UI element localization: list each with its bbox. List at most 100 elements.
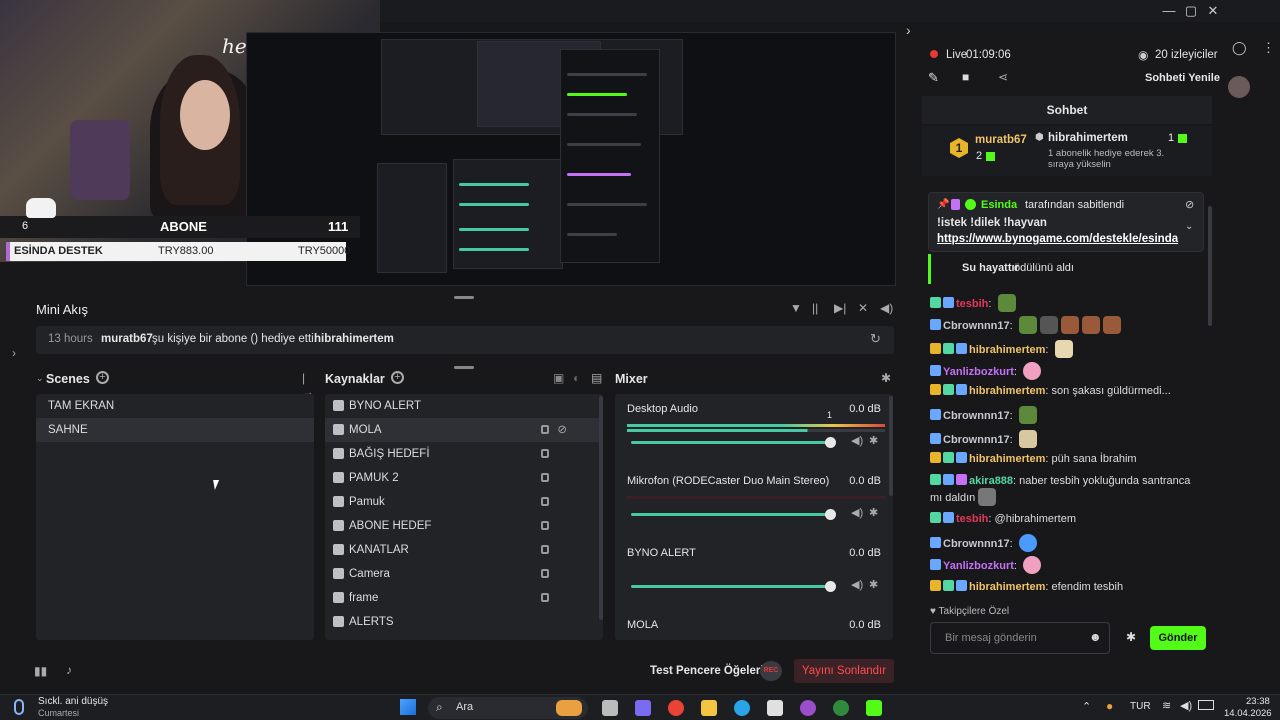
- pinned-link[interactable]: https://www.bynogame.com/destekle/esinda: [937, 233, 1178, 245]
- source-item[interactable]: KANATLAR: [325, 538, 603, 562]
- source-item-selected[interactable]: MOLA ⊘: [325, 418, 603, 442]
- volume-slider[interactable]: [631, 513, 831, 516]
- chat-input[interactable]: Bir mesaj gönderin ☻: [930, 622, 1110, 654]
- windows-start-icon[interactable]: [400, 699, 416, 715]
- refresh-chat-button[interactable]: Sohbeti Yenile: [1145, 72, 1220, 84]
- lock-icon[interactable]: [541, 593, 549, 602]
- lock-icon[interactable]: [541, 449, 549, 458]
- rec-button[interactable]: REC: [760, 661, 782, 681]
- lock-icon[interactable]: [541, 497, 549, 506]
- viewer-count: 20 izleyiciler: [1155, 49, 1218, 61]
- weather-icon[interactable]: [14, 699, 24, 715]
- volume-knob[interactable]: [825, 581, 836, 592]
- kick-icon[interactable]: [866, 700, 882, 716]
- volume-slider[interactable]: [631, 585, 831, 588]
- source-layout-icon[interactable]: ▣: [553, 371, 564, 385]
- lock-icon[interactable]: [541, 425, 549, 434]
- source-item[interactable]: Camera: [325, 562, 603, 586]
- destek-current: TRY883.00: [158, 245, 214, 257]
- app-icon[interactable]: [800, 700, 816, 716]
- resize-handle-2[interactable]: [454, 366, 474, 369]
- profile-icon[interactable]: ◯: [1232, 40, 1247, 56]
- copilot-icon[interactable]: [635, 700, 651, 716]
- end-stream-button[interactable]: Yayını Sonlandır: [794, 659, 894, 683]
- gear-icon[interactable]: ✱: [869, 578, 878, 591]
- maximize-icon[interactable]: ▢: [1180, 3, 1202, 19]
- replay-icon[interactable]: ↻: [870, 331, 881, 347]
- mixer-settings-icon[interactable]: ✱: [881, 371, 891, 385]
- add-scene-icon[interactable]: +: [96, 371, 109, 384]
- source-item[interactable]: frame: [325, 586, 603, 610]
- source-item[interactable]: ALERTS: [325, 610, 603, 634]
- filter-icon[interactable]: ▼: [790, 301, 802, 315]
- abone-count: 111: [328, 219, 349, 234]
- close-icon[interactable]: ✕: [1202, 3, 1224, 19]
- volume-slider[interactable]: [631, 441, 831, 444]
- mic-icon[interactable]: ●: [1106, 699, 1113, 713]
- xbox-icon[interactable]: [833, 700, 849, 716]
- source-folder-icon[interactable]: ▤: [591, 371, 602, 385]
- edge-icon[interactable]: [734, 700, 750, 716]
- mixer-panel: Desktop Audio 0.0 dB 1 ◀) ✱ Mikrofon (RO…: [615, 394, 893, 640]
- source-item[interactable]: BAĞIŞ HEDEFİ: [325, 442, 603, 466]
- gear-icon[interactable]: ✱: [869, 434, 878, 447]
- share-icon[interactable]: ⋖: [998, 70, 1008, 84]
- task-view-icon[interactable]: [602, 700, 618, 716]
- taskbar-search[interactable]: ⌕ Ara: [428, 697, 588, 719]
- expand-pinned-icon[interactable]: ⌄: [1185, 221, 1193, 232]
- add-source-icon[interactable]: +: [391, 371, 404, 384]
- chevron-right-icon[interactable]: ›: [906, 22, 911, 38]
- chat-scrollbar[interactable]: [1208, 206, 1212, 326]
- bell-icon[interactable]: ♪: [66, 663, 72, 677]
- sources-scrollbar[interactable]: [599, 396, 603, 620]
- file-explorer-icon[interactable]: [701, 700, 717, 716]
- skip-icon[interactable]: ▶|: [834, 301, 846, 315]
- lock-icon[interactable]: [541, 473, 549, 482]
- speaker-icon[interactable]: ◀): [851, 578, 863, 591]
- collapse-icon[interactable]: ⌄: [36, 373, 44, 384]
- mixer-header: Mixer ✱: [615, 371, 895, 389]
- more-icon[interactable]: ⋮: [1262, 40, 1275, 56]
- speaker-icon[interactable]: ◀): [851, 506, 863, 519]
- emoji-icon[interactable]: ☻: [1089, 630, 1102, 644]
- scene-item[interactable]: TAM EKRAN: [36, 394, 314, 418]
- lock-icon[interactable]: [541, 569, 549, 578]
- audio-meter: [627, 429, 885, 432]
- source-item[interactable]: Pamuk: [325, 490, 603, 514]
- stats-icon[interactable]: ▮▮: [34, 664, 47, 678]
- battery-icon[interactable]: [1198, 700, 1214, 710]
- lock-icon[interactable]: [541, 521, 549, 530]
- speaker-icon[interactable]: ◀): [851, 434, 863, 447]
- source-item[interactable]: PAMUK 2: [325, 466, 603, 490]
- pause-icon[interactable]: ||: [812, 301, 818, 315]
- destek-label: ESİNDA DESTEK: [14, 245, 103, 257]
- tray-up-icon[interactable]: ⌃: [1082, 700, 1091, 713]
- clip-icon[interactable]: ■: [962, 70, 969, 84]
- avatar[interactable]: [1228, 76, 1250, 98]
- unpin-icon[interactable]: ⊘: [1185, 198, 1194, 211]
- source-item[interactable]: ABONE HEDEF: [325, 514, 603, 538]
- wifi-icon[interactable]: ≋: [1162, 699, 1171, 712]
- minimize-icon[interactable]: —: [1158, 3, 1180, 19]
- source-item[interactable]: BYNO ALERT: [325, 394, 603, 418]
- edit-icon[interactable]: ✎: [928, 70, 939, 86]
- mixer-scrollbar[interactable]: [889, 396, 893, 496]
- chat-settings-icon[interactable]: ✱: [1126, 630, 1136, 644]
- test-window-label[interactable]: Test Pencere Öğeleri: [650, 665, 764, 677]
- volume-icon[interactable]: ◀): [880, 301, 893, 315]
- mute-alerts-icon[interactable]: ✕: [858, 301, 868, 315]
- speaker-tray-icon[interactable]: ◀): [1180, 699, 1192, 712]
- volume-knob[interactable]: [825, 437, 836, 448]
- volume-knob[interactable]: [825, 509, 836, 520]
- send-button[interactable]: Gönder: [1150, 626, 1206, 650]
- store-icon[interactable]: [767, 700, 783, 716]
- eye-hidden-icon[interactable]: ⊘: [557, 418, 567, 442]
- lang-indicator[interactable]: TUR: [1130, 701, 1151, 712]
- left-expand-icon[interactable]: ›: [12, 346, 16, 360]
- lock-icon[interactable]: [541, 545, 549, 554]
- gear-icon[interactable]: ✱: [869, 506, 878, 519]
- scenes-panel: TAM EKRAN SAHNE: [36, 394, 314, 640]
- chrome-icon[interactable]: [668, 700, 684, 716]
- source-audio-icon[interactable]: ◐: [573, 371, 580, 385]
- scene-item-selected[interactable]: SAHNE: [36, 418, 314, 442]
